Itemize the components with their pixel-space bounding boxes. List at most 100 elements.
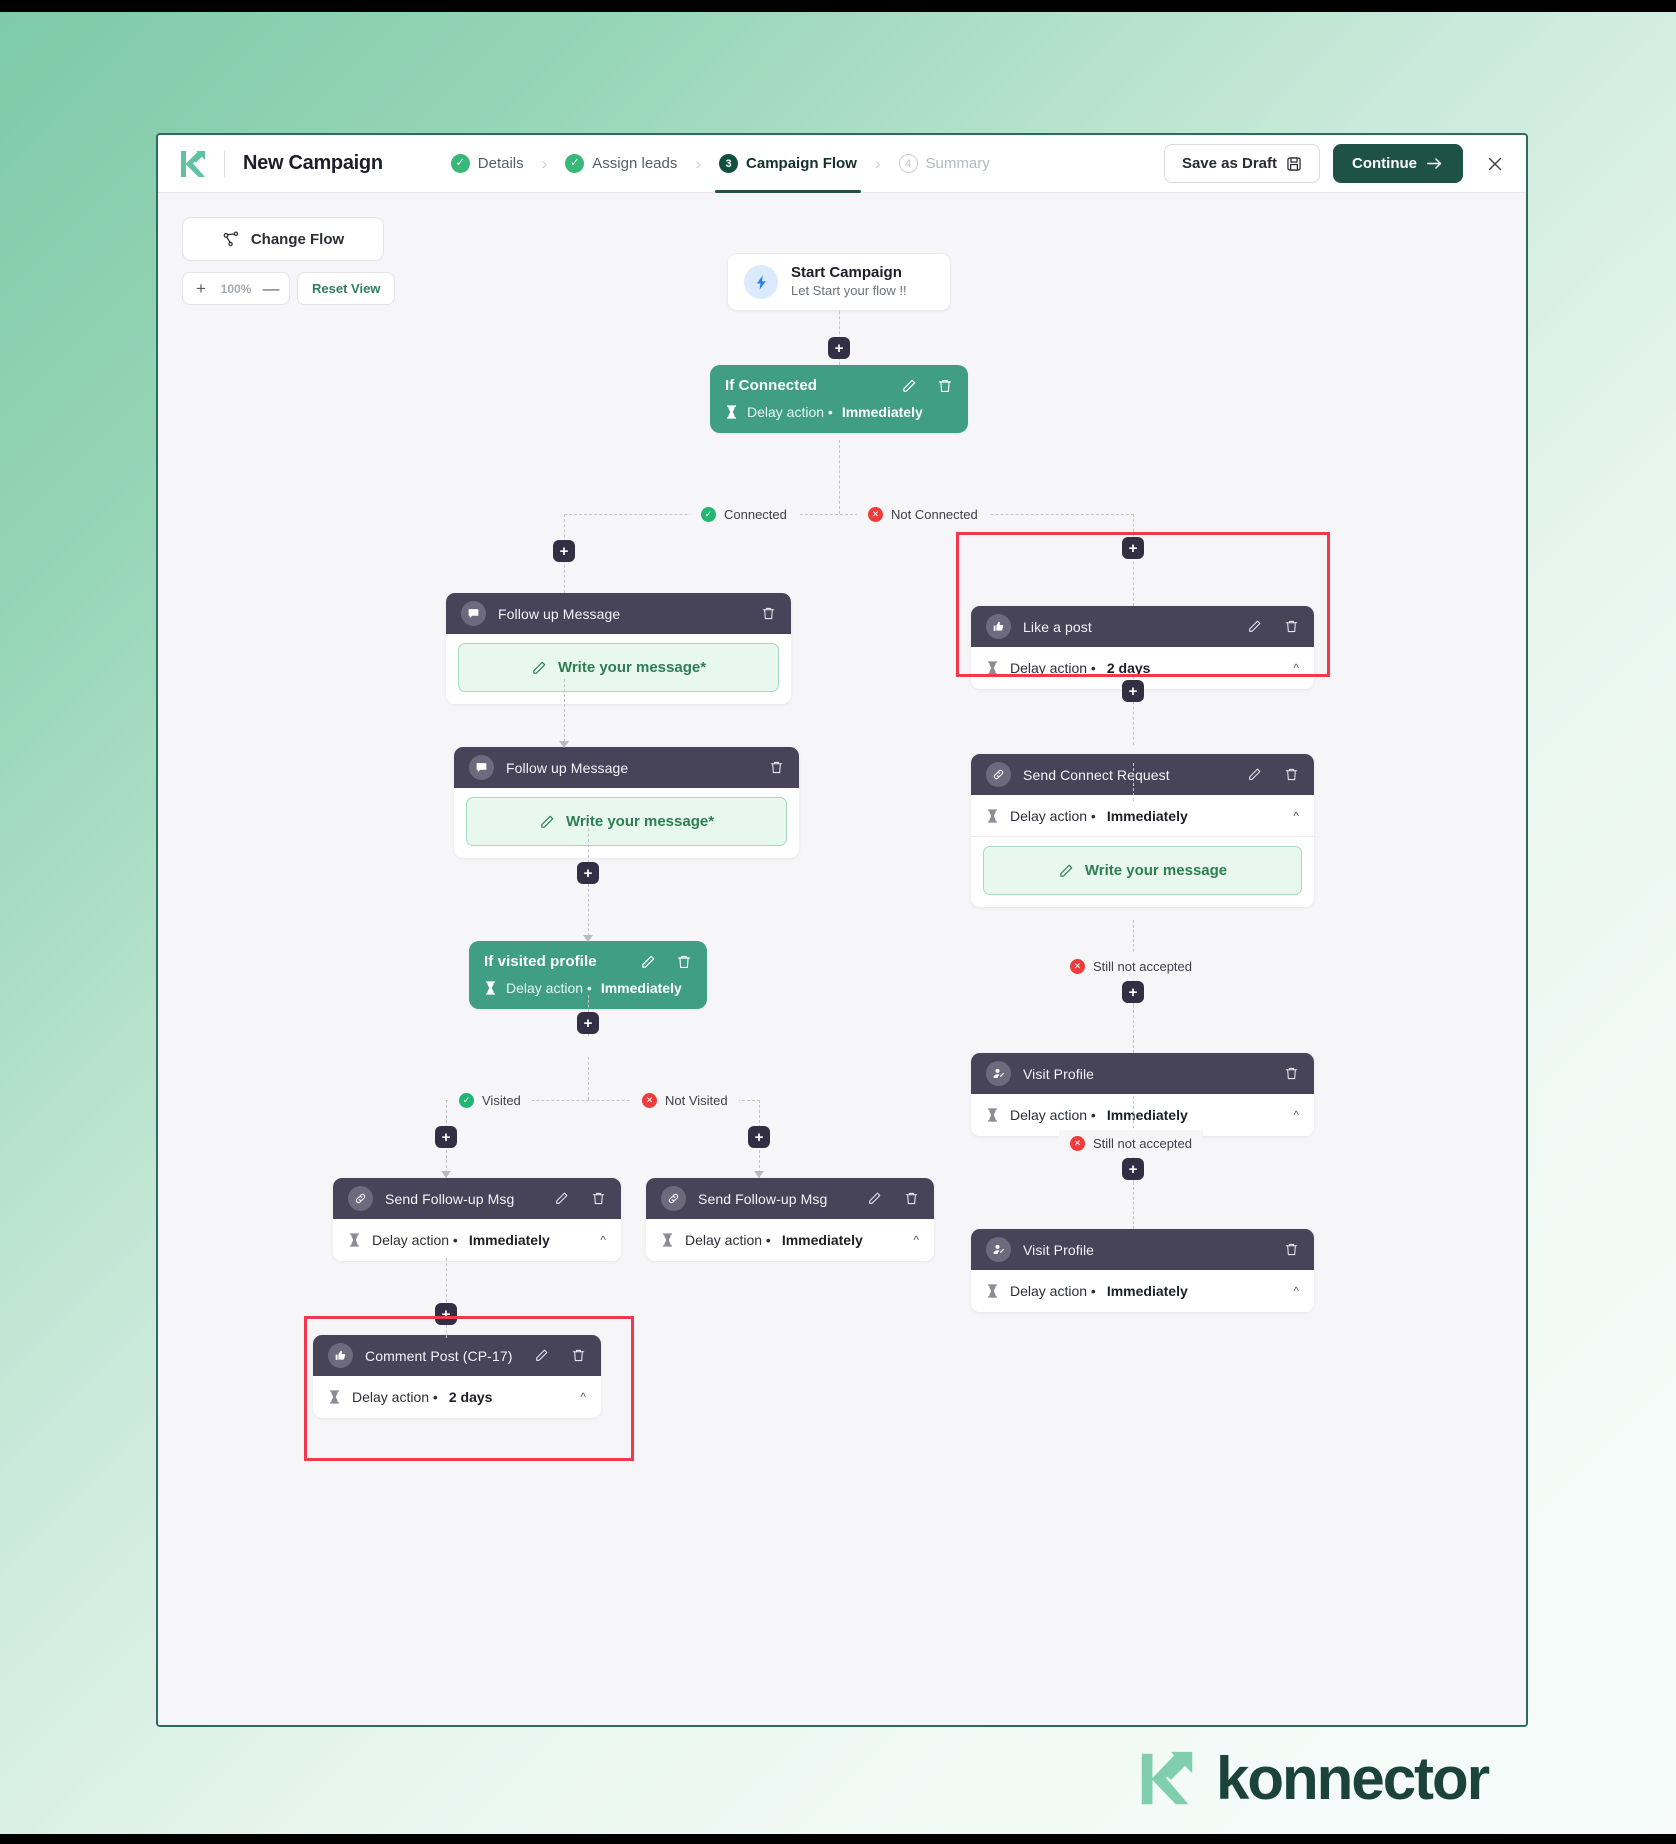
continue-button[interactable]: Continue [1333, 144, 1463, 183]
card-actions [761, 606, 776, 621]
reset-view-button[interactable]: Reset View [297, 272, 396, 305]
add-step-button[interactable]: + [748, 1126, 770, 1148]
trash-icon[interactable] [591, 1191, 606, 1206]
edge-to-visitprofile1 [1133, 1005, 1134, 1053]
send-followup-msg-node-right[interactable]: Send Follow-up Msg Delay action • Immedi… [646, 1178, 934, 1261]
chevron-right-icon: › [695, 153, 702, 173]
chevron-up-icon[interactable]: ^ [1293, 661, 1299, 675]
follow-up-message-node-2[interactable]: Follow up Message Write your message* [454, 747, 799, 858]
add-step-button[interactable]: + [1122, 1158, 1144, 1180]
trash-icon[interactable] [676, 954, 692, 970]
pencil-icon[interactable] [901, 378, 917, 394]
comment-post-card[interactable]: Comment Post (CP-17) Delay action • 2 da… [313, 1335, 601, 1418]
add-step-button[interactable]: + [577, 1012, 599, 1034]
trash-icon[interactable] [937, 378, 953, 394]
send-connect-request-card[interactable]: Send Connect Request Delay action • Imme… [971, 754, 1314, 907]
hourglass-icon [348, 1232, 361, 1248]
pencil-icon[interactable] [554, 1191, 569, 1206]
follow-up-message-card-2[interactable]: Follow up Message Write your message* [454, 747, 799, 858]
add-step-button[interactable]: + [1122, 537, 1144, 559]
add-step-button[interactable]: + [828, 337, 850, 359]
if-visited-profile-delay: Delay action • Immediately [484, 980, 692, 996]
edge-arrow [559, 741, 569, 748]
visit-profile-node-2[interactable]: Visit Profile Delay action • Immediately… [971, 1229, 1314, 1312]
trash-icon[interactable] [571, 1348, 586, 1363]
follow-up-message-node-1[interactable]: Follow up Message Write your message* [446, 593, 791, 704]
send-followup-msg-card-left[interactable]: Send Follow-up Msg Delay action • Immedi… [333, 1178, 621, 1261]
if-connected-card[interactable]: If Connected Delay action • Immediately [710, 365, 968, 433]
visit-profile-icon [986, 1237, 1011, 1262]
branch-connected-label: Connected [724, 506, 787, 522]
if-visited-profile-title: If visited profile [484, 953, 597, 970]
visit-profile-card-1[interactable]: Visit Profile Delay action • Immediately… [971, 1053, 1314, 1136]
follow-up-message-card-1[interactable]: Follow up Message Write your message* [446, 593, 791, 704]
step-campaign-flow[interactable]: 3 Campaign Flow [715, 135, 861, 193]
start-campaign-node[interactable]: Start Campaign Let Start your flow !! [727, 253, 951, 311]
trash-icon[interactable] [1284, 619, 1299, 634]
card-header: Visit Profile [971, 1229, 1314, 1270]
send-followup-msg-title-right: Send Follow-up Msg [698, 1190, 828, 1207]
visit-profile-node-1[interactable]: Visit Profile Delay action • Immediately… [971, 1053, 1314, 1136]
delay-prefix: Delay action • [685, 1232, 771, 1248]
chevron-up-icon[interactable]: ^ [1293, 1108, 1299, 1122]
add-step-button[interactable]: + [1122, 981, 1144, 1003]
chevron-up-icon[interactable]: ^ [580, 1390, 586, 1404]
save-as-draft-button[interactable]: Save as Draft [1163, 144, 1320, 183]
edge-to-connectcard [1133, 763, 1134, 801]
card-body: Write your message [971, 837, 1314, 907]
send-connect-request-delay[interactable]: Delay action • Immediately ^ [971, 795, 1314, 837]
chevron-up-icon[interactable]: ^ [1293, 809, 1299, 823]
if-connected-node[interactable]: If Connected Delay action • Immediately [710, 365, 968, 433]
like-a-post-node[interactable]: Like a post Delay action • 2 days ^ [971, 606, 1314, 689]
comment-post-node[interactable]: Comment Post (CP-17) Delay action • 2 da… [313, 1335, 601, 1418]
trash-icon[interactable] [761, 606, 776, 621]
add-step-button[interactable]: + [577, 862, 599, 884]
change-flow-button[interactable]: Change Flow [182, 217, 384, 261]
send-followup-msg-delay-right[interactable]: Delay action • Immediately ^ [646, 1219, 934, 1261]
like-a-post-card[interactable]: Like a post Delay action • 2 days ^ [971, 606, 1314, 689]
zoom-out-button[interactable]: — [257, 273, 285, 304]
pencil-icon[interactable] [1247, 767, 1262, 782]
step-assign-leads[interactable]: ✓ Assign leads [561, 135, 681, 193]
visit-profile-delay-2[interactable]: Delay action • Immediately ^ [971, 1270, 1314, 1312]
send-followup-msg-node-left[interactable]: Send Follow-up Msg Delay action • Immedi… [333, 1178, 621, 1261]
pencil-icon[interactable] [534, 1348, 549, 1363]
edge-arrow [441, 1171, 451, 1178]
pencil-icon[interactable] [640, 954, 656, 970]
send-followup-msg-delay-left[interactable]: Delay action • Immediately ^ [333, 1219, 621, 1261]
trash-icon[interactable] [769, 760, 784, 775]
campaign-builder-window: New Campaign ✓ Details › ✓ Assign leads … [156, 133, 1528, 1727]
start-campaign-title: Start Campaign [791, 264, 902, 282]
change-flow-label: Change Flow [250, 230, 345, 248]
hourglass-icon [484, 980, 497, 996]
chevron-up-icon[interactable]: ^ [1293, 1284, 1299, 1298]
trash-icon[interactable] [904, 1191, 919, 1206]
write-message-button-2[interactable]: Write your message* [466, 797, 787, 846]
add-step-button[interactable]: + [435, 1126, 457, 1148]
chevron-up-icon[interactable]: ^ [913, 1233, 919, 1247]
trash-icon[interactable] [1284, 1242, 1299, 1257]
trash-icon[interactable] [1284, 1066, 1299, 1081]
send-followup-msg-card-right[interactable]: Send Follow-up Msg Delay action • Immedi… [646, 1178, 934, 1261]
zoom-in-button[interactable]: + [187, 273, 215, 304]
visit-profile-card-2[interactable]: Visit Profile Delay action • Immediately… [971, 1229, 1314, 1312]
add-step-button[interactable]: + [553, 540, 575, 562]
write-message-button-connect[interactable]: Write your message [983, 846, 1302, 895]
flow-canvas[interactable]: Change Flow + 100% — Reset View Start Ca… [158, 193, 1526, 1725]
step-details[interactable]: ✓ Details [447, 135, 528, 193]
chevron-up-icon[interactable]: ^ [600, 1233, 606, 1247]
add-step-button[interactable]: + [1122, 680, 1144, 702]
close-icon[interactable] [1480, 149, 1510, 179]
pencil-icon[interactable] [1247, 619, 1262, 634]
zoom-controls: + 100% — Reset View [182, 272, 396, 305]
pencil-icon[interactable] [867, 1191, 882, 1206]
step-summary[interactable]: 4 Summary [895, 135, 994, 193]
send-connect-request-node[interactable]: Send Connect Request Delay action • Imme… [971, 754, 1314, 907]
delay-value: Immediately [468, 1232, 550, 1248]
comment-post-delay[interactable]: Delay action • 2 days ^ [313, 1376, 601, 1418]
trash-icon[interactable] [1284, 767, 1299, 782]
write-message-button-1[interactable]: Write your message* [458, 643, 779, 692]
check-icon: ✓ [565, 154, 585, 173]
add-step-button[interactable]: + [435, 1303, 457, 1325]
start-campaign-card[interactable]: Start Campaign Let Start your flow !! [727, 253, 951, 311]
